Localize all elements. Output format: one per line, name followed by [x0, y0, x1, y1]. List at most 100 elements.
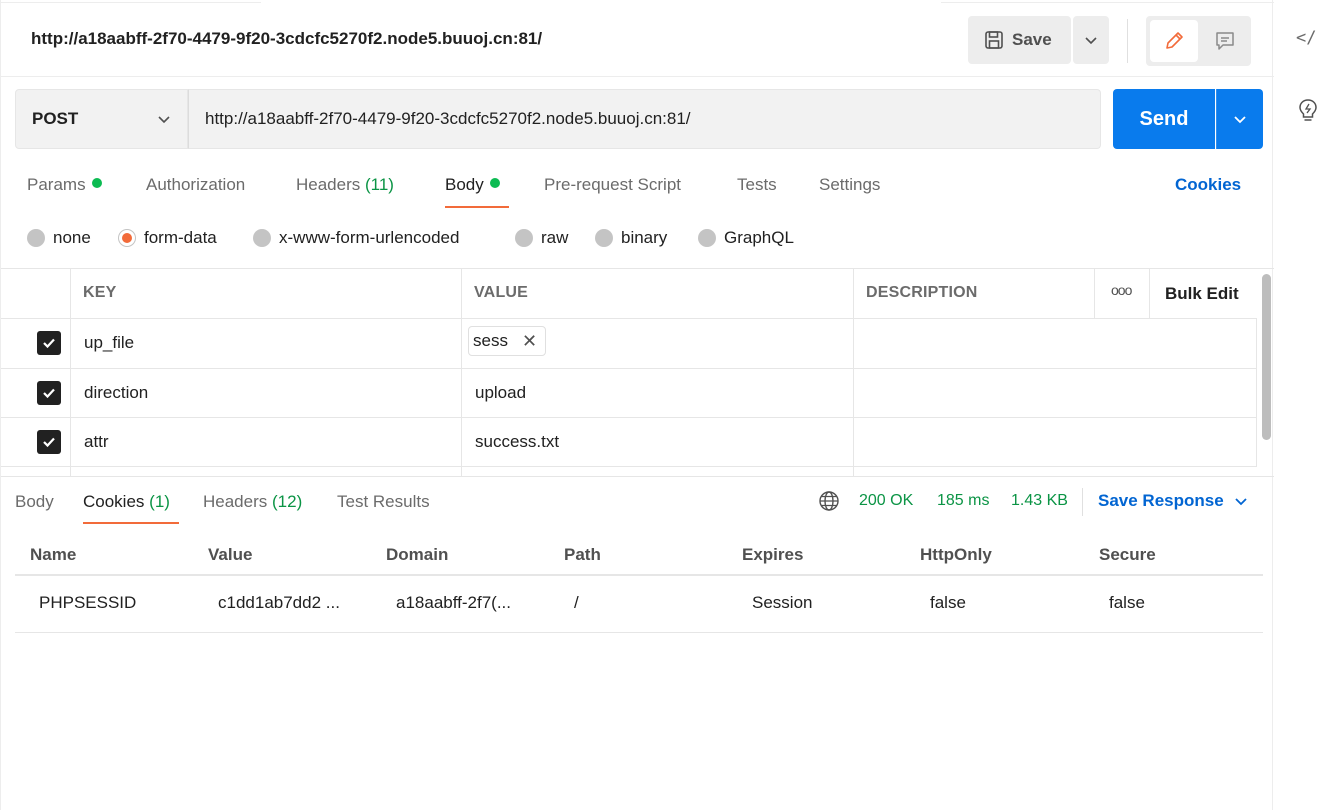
response-size[interactable]: 1.43 KB — [1011, 492, 1068, 510]
send-options-button[interactable] — [1216, 89, 1263, 149]
request-title[interactable]: http://a18aabff-2f70-4479-9f20-3cdcfc527… — [31, 29, 542, 49]
radio-circle — [698, 229, 716, 247]
tab-headers[interactable]: Headers (11) — [296, 175, 394, 195]
code-icon[interactable]: </ — [1296, 28, 1316, 48]
tab-settings[interactable]: Settings — [819, 175, 880, 195]
column-divider — [461, 268, 462, 476]
url-input[interactable]: http://a18aabff-2f70-4479-9f20-3cdcfc527… — [188, 89, 1101, 149]
tab-tests[interactable]: Tests — [737, 175, 777, 195]
more-options-icon[interactable]: ooo — [1111, 282, 1132, 298]
radio-graphql-label: GraphQL — [724, 228, 794, 247]
status-code[interactable]: 200 OK — [859, 492, 913, 510]
cookie-path[interactable]: / — [574, 593, 674, 613]
chevron-down-icon — [158, 116, 170, 124]
column-divider — [1149, 268, 1150, 318]
send-button[interactable]: Send — [1113, 89, 1215, 149]
tab-pre-request-script[interactable]: Pre-request Script — [544, 175, 681, 195]
cookies-header-secure: Secure — [1099, 545, 1156, 564]
cookies-table-row-border — [15, 632, 1263, 633]
cookie-httponly[interactable]: false — [930, 593, 1030, 613]
close-icon[interactable]: ✕ — [522, 331, 537, 352]
lightbulb-icon[interactable] — [1298, 98, 1317, 124]
response-time[interactable]: 185 ms — [937, 492, 989, 510]
file-chip[interactable]: sess ✕ — [468, 326, 547, 356]
radio-x-www-form-urlencoded[interactable]: x-www-form-urlencoded — [253, 228, 459, 248]
row-checkbox[interactable] — [37, 331, 61, 355]
row-checkbox[interactable] — [37, 381, 61, 405]
radio-form-data[interactable]: form-data — [118, 228, 217, 248]
cookie-domain[interactable]: a18aabff-2f7(... — [396, 593, 546, 613]
tab-params[interactable]: Params — [27, 175, 102, 195]
param-key[interactable]: up_file — [84, 333, 134, 353]
column-divider — [70, 268, 71, 476]
tab-headers-label: Headers — [296, 175, 361, 194]
radio-graphql[interactable]: GraphQL — [698, 228, 794, 248]
cookies-count: (1) — [149, 492, 170, 511]
request-editor: http://a18aabff-2f70-4479-9f20-3cdcfc527… — [0, 0, 1274, 810]
cookies-header-path: Path — [564, 545, 601, 564]
radio-circle — [27, 229, 45, 247]
chevron-down-icon — [1235, 498, 1247, 506]
response-tab-cookies-label: Cookies — [83, 492, 145, 511]
table-border — [1, 268, 1274, 269]
radio-circle — [595, 229, 613, 247]
param-key[interactable]: attr — [84, 432, 109, 452]
radio-circle-selected — [118, 229, 136, 247]
response-tab-test-results[interactable]: Test Results — [337, 492, 430, 512]
mode-toggle — [1146, 16, 1251, 66]
cookies-header-domain: Domain — [386, 545, 449, 564]
save-response-label: Save Response — [1098, 491, 1224, 510]
cookie-name[interactable]: PHPSESSID — [39, 593, 199, 613]
column-header-description: DESCRIPTION — [866, 284, 978, 301]
globe-icon[interactable] — [818, 490, 840, 512]
active-response-tab-underline — [83, 522, 179, 524]
param-key[interactable]: direction — [84, 383, 148, 403]
edit-mode-button[interactable] — [1150, 20, 1198, 62]
cookie-secure[interactable]: false — [1109, 593, 1209, 613]
checkmark-icon — [43, 388, 55, 399]
cookies-link[interactable]: Cookies — [1175, 175, 1241, 195]
save-label: Save — [1012, 30, 1052, 49]
save-options-button[interactable] — [1073, 16, 1109, 64]
radio-none[interactable]: none — [27, 228, 91, 248]
radio-raw-label: raw — [541, 228, 569, 247]
save-button[interactable]: Save — [968, 16, 1071, 64]
cookie-value[interactable]: c1dd1ab7dd2 ... — [218, 593, 368, 613]
request-header: http://a18aabff-2f70-4479-9f20-3cdcfc527… — [1, 3, 1274, 77]
params-indicator-dot — [91, 178, 102, 188]
bulk-edit-button[interactable]: Bulk Edit — [1165, 284, 1239, 304]
column-divider — [1094, 268, 1095, 318]
radio-circle — [515, 229, 533, 247]
table-scrollbar[interactable] — [1262, 274, 1271, 440]
param-value[interactable]: upload — [475, 383, 526, 403]
param-value[interactable]: success.txt — [475, 432, 559, 452]
column-divider — [1256, 318, 1257, 466]
radio-binary[interactable]: binary — [595, 228, 667, 248]
table-border — [1, 318, 1257, 319]
response-divider — [1082, 488, 1083, 516]
save-response-button[interactable]: Save Response — [1098, 491, 1248, 511]
comment-mode-button[interactable] — [1202, 20, 1248, 62]
radio-urlencoded-label: x-www-form-urlencoded — [279, 228, 460, 247]
response-tab-body[interactable]: Body — [15, 492, 54, 512]
pane-divider[interactable] — [1, 476, 1274, 477]
table-border — [1, 417, 1257, 418]
method-select[interactable]: POST — [15, 89, 188, 149]
response-tab-headers[interactable]: Headers (12) — [203, 492, 302, 512]
radio-raw[interactable]: raw — [515, 228, 568, 248]
cookies-table-header-border — [15, 574, 1263, 576]
row-checkbox[interactable] — [37, 430, 61, 454]
body-indicator-dot — [489, 178, 500, 188]
right-sidebar: </ — [1274, 0, 1317, 810]
tab-authorization[interactable]: Authorization — [146, 175, 245, 195]
response-tab-cookies[interactable]: Cookies (1) — [83, 492, 170, 512]
pencil-icon — [1166, 32, 1183, 49]
comment-icon — [1216, 32, 1234, 50]
cookies-header-expires: Expires — [742, 545, 804, 564]
cookies-header-httponly: HttpOnly — [920, 545, 992, 564]
column-header-key: KEY — [83, 284, 117, 301]
file-name: sess — [473, 331, 508, 350]
tab-body[interactable]: Body — [445, 175, 500, 195]
column-divider — [853, 268, 854, 476]
cookie-expires[interactable]: Session — [752, 593, 892, 613]
